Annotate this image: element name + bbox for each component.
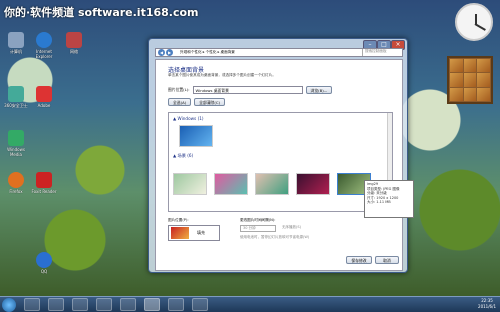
wallpaper-thumb[interactable]	[296, 173, 330, 195]
qq-icon	[36, 252, 52, 268]
taskbar: 22:35 2011/6/1	[0, 296, 500, 312]
taskbar-media-icon[interactable]	[72, 298, 88, 311]
location-label: 图片位置(L):	[168, 87, 190, 92]
ie-icon	[36, 32, 52, 48]
computer-icon	[8, 32, 24, 48]
interval-select[interactable]: 30 分钟	[240, 225, 276, 232]
position-preview-icon	[171, 227, 189, 239]
browse-button[interactable]: 浏览(B)...	[305, 86, 333, 94]
taskbar-app-icon[interactable]	[96, 298, 112, 311]
search-input[interactable]: 搜索控制面板	[362, 49, 402, 56]
wallpaper-thumb[interactable]	[214, 173, 248, 195]
desktop-icon-security[interactable]: 360安全卫士	[2, 86, 30, 109]
taskbar-ie-icon[interactable]	[24, 298, 40, 311]
scene-thumbnails	[173, 173, 371, 195]
position-select[interactable]: 填充	[168, 225, 220, 241]
taskbar-firefox-icon[interactable]	[168, 298, 184, 311]
desktop-icon-foxit[interactable]: Foxit Reader	[30, 172, 58, 194]
select-all-button[interactable]: 全选(A)	[168, 98, 192, 106]
group-windows[interactable]: ▲ Windows (1)	[173, 116, 204, 121]
battery-checkbox[interactable]: 使用电池时，暂停幻灯片放映可节省电源(W)	[240, 235, 309, 240]
firefox-icon	[8, 172, 24, 188]
foxit-icon	[36, 172, 52, 188]
desktop-icon-computer[interactable]: 计算机	[2, 32, 30, 55]
security-icon	[8, 86, 24, 102]
image-tooltip: img29 项目类型: JPEG 图像 分级: 未分级 尺寸: 1920 x 1…	[364, 180, 414, 218]
desktop-icon-media[interactable]: Windows Media	[2, 130, 30, 157]
interval-label: 更改图片时间间隔(N):	[240, 218, 276, 222]
wallpaper-thumb[interactable]	[255, 173, 289, 195]
network-icon	[66, 32, 82, 48]
puzzle-gadget[interactable]	[447, 56, 493, 104]
taskbar-explorer-icon[interactable]	[48, 298, 64, 311]
desktop-icon-firefox[interactable]: Firefox	[2, 172, 30, 194]
back-icon[interactable]: ◀	[158, 49, 165, 56]
location-select[interactable]: Windows 桌面背景	[192, 86, 303, 94]
adobe-icon	[36, 86, 52, 102]
wallpaper-list[interactable]: ▲ Windows (1) ▲ 场景 (6)	[168, 112, 393, 212]
desktop-icon-qq[interactable]: QQ	[30, 252, 58, 274]
selection-buttons: 全选(A) 全部清除(C)	[168, 98, 225, 106]
clock-gadget[interactable]	[455, 3, 493, 41]
personalization-window: – □ × ◀ ▶ 外观和个性化 ▸ 个性化 ▸ 桌面背景 搜索控制面板 选择桌…	[148, 38, 414, 273]
forward-icon[interactable]: ▶	[166, 49, 173, 56]
breadcrumb[interactable]: 外观和个性化 ▸ 个性化 ▸ 桌面背景	[180, 50, 235, 55]
taskbar-app-icon[interactable]	[120, 298, 136, 311]
group-scenes[interactable]: ▲ 场景 (6)	[173, 153, 193, 159]
system-clock[interactable]: 22:35 2011/6/1	[478, 298, 496, 310]
position-label: 图片位置(P):	[168, 218, 189, 222]
wallpaper-thumb-windows[interactable]	[179, 125, 213, 147]
watermark: 你的·软件频道 software.it168.com	[4, 6, 199, 19]
taskbar-control-panel-icon[interactable]	[144, 298, 160, 311]
taskbar-app-icon[interactable]	[192, 298, 208, 311]
desktop-icon-network[interactable]: 网络	[60, 32, 88, 55]
media-icon	[8, 130, 24, 146]
desktop-icon-ie[interactable]: Internet Explorer	[30, 32, 58, 59]
wallpaper-thumb[interactable]	[173, 173, 207, 195]
shuffle-checkbox[interactable]: 无序播放(S)	[282, 225, 301, 230]
content-pane: 选择桌面背景 单击某个图片使其成为桌面背景，或选择多个图片创建一个幻灯片。 图片…	[155, 59, 414, 271]
clear-all-button[interactable]: 全部清除(C)	[194, 98, 225, 106]
desktop-icon-adobe[interactable]: Adobe	[30, 86, 58, 108]
page-description: 单击某个图片使其成为桌面背景，或选择多个图片创建一个幻灯片。	[168, 73, 276, 77]
start-button[interactable]	[2, 298, 16, 312]
save-button[interactable]: 保存修改	[346, 256, 372, 264]
desktop: 你的·软件频道 software.it168.com 计算机 Internet …	[0, 0, 500, 296]
location-row: 图片位置(L): Windows 桌面背景 浏览(B)...	[168, 86, 333, 94]
cancel-button[interactable]: 取消	[375, 256, 399, 264]
address-bar[interactable]: ◀ ▶ 外观和个性化 ▸ 个性化 ▸ 桌面背景 搜索控制面板	[155, 48, 403, 57]
